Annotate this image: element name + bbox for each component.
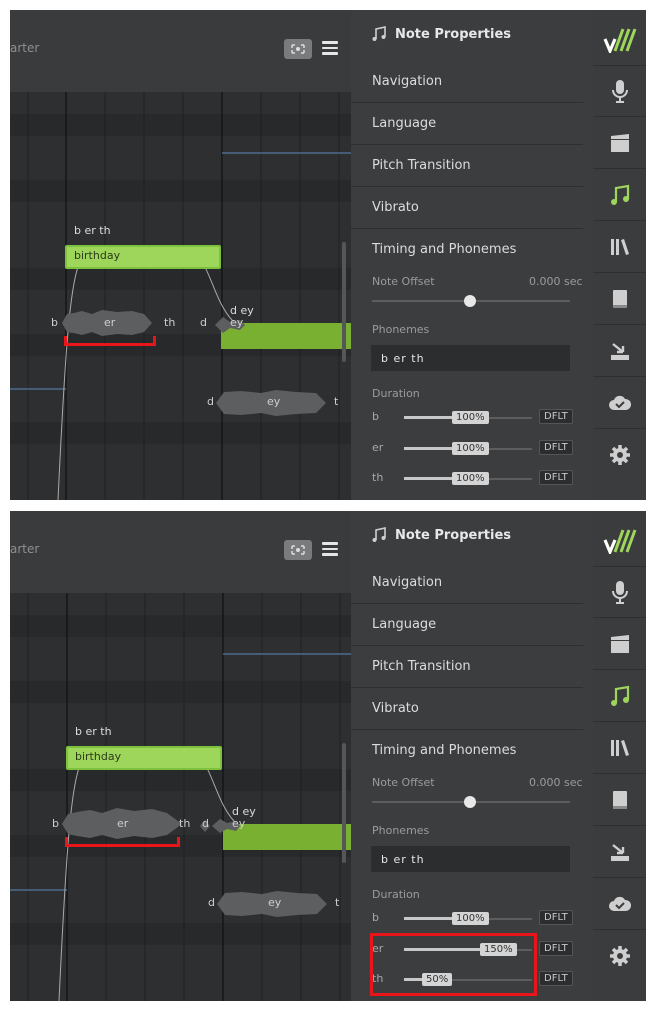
section-language[interactable]: Language bbox=[351, 605, 583, 646]
section-timing-phonemes[interactable]: Timing and Phonemes bbox=[351, 230, 583, 270]
screenshot-before: arter b er th birthday d ey b er th d ey… bbox=[10, 10, 646, 500]
section-pitch-transition[interactable]: Pitch Transition bbox=[351, 647, 583, 688]
panel-title: Note Properties bbox=[371, 26, 511, 42]
section-language[interactable]: Language bbox=[351, 104, 583, 145]
quantize-label[interactable]: arter bbox=[10, 542, 39, 556]
phoneme-ey-lower: ey bbox=[268, 896, 282, 909]
phoneme-ey-lower: ey bbox=[267, 395, 281, 408]
book-icon[interactable] bbox=[593, 775, 646, 826]
clapperboard-icon[interactable] bbox=[593, 619, 646, 670]
phoneme-er: er bbox=[117, 817, 129, 830]
highlight-bracket bbox=[64, 336, 156, 346]
note-grid[interactable] bbox=[10, 593, 351, 1001]
duration-value-er: 100% bbox=[452, 442, 489, 455]
render-icon[interactable] bbox=[593, 827, 646, 878]
note-phoneme-label: b er th bbox=[74, 224, 111, 237]
note-properties-panel: Note Properties Navigation Language Pitc… bbox=[351, 511, 593, 1001]
phoneme-th: th bbox=[179, 817, 191, 830]
record-button[interactable] bbox=[284, 39, 312, 59]
phoneme-d: d bbox=[202, 817, 209, 830]
book-icon[interactable] bbox=[593, 274, 646, 325]
phonemes-label: Phonemes bbox=[372, 323, 430, 336]
section-timing-phonemes[interactable]: Timing and Phonemes bbox=[351, 731, 583, 771]
menu-button[interactable] bbox=[322, 539, 338, 559]
note-offset-value: 0.000 sec bbox=[529, 275, 583, 288]
default-button-th[interactable]: DFLT bbox=[539, 470, 573, 485]
note-offset-value: 0.000 sec bbox=[529, 776, 583, 789]
section-navigation[interactable]: Navigation bbox=[351, 62, 583, 103]
music-note-tab-icon[interactable] bbox=[593, 671, 646, 722]
record-icon bbox=[291, 44, 305, 54]
default-button-b[interactable]: DFLT bbox=[539, 910, 573, 925]
note-offset-knob[interactable] bbox=[464, 796, 476, 808]
section-vibrato[interactable]: Vibrato bbox=[351, 689, 583, 730]
gear-icon[interactable] bbox=[593, 931, 646, 981]
screenshot-after: arter b er th birthday d ey b er th d ey… bbox=[10, 511, 646, 1001]
side-toolbar bbox=[593, 10, 646, 500]
piano-roll[interactable]: arter b er th birthday d ey b er th d ey… bbox=[10, 10, 351, 500]
phoneme-b: b bbox=[51, 316, 58, 329]
default-button-er[interactable]: DFLT bbox=[539, 941, 573, 956]
duration-value-b: 100% bbox=[452, 411, 489, 424]
music-note-icon bbox=[372, 26, 386, 41]
duration-value-th: 100% bbox=[452, 472, 489, 485]
phoneme-b: b bbox=[52, 817, 59, 830]
microphone-icon[interactable] bbox=[593, 567, 646, 618]
phoneme-d: d bbox=[200, 316, 207, 329]
duration-label: Duration bbox=[372, 888, 420, 901]
record-button[interactable] bbox=[284, 540, 312, 560]
note-offset-knob[interactable] bbox=[464, 295, 476, 307]
render-icon[interactable] bbox=[593, 326, 646, 377]
cloud-icon[interactable] bbox=[593, 378, 646, 429]
logo-icon bbox=[593, 516, 646, 567]
phoneme-ey: ey bbox=[232, 817, 246, 830]
roll-toolbar: arter bbox=[10, 10, 351, 92]
panel-title: Note Properties bbox=[371, 527, 511, 543]
microphone-icon[interactable] bbox=[593, 66, 646, 117]
highlight-bracket bbox=[65, 837, 180, 847]
duration-value-b: 100% bbox=[452, 912, 489, 925]
library-icon[interactable] bbox=[593, 222, 646, 273]
note-birthday[interactable]: birthday bbox=[66, 746, 222, 770]
note-offset-label: Note Offset bbox=[372, 275, 435, 288]
note-grid[interactable] bbox=[10, 92, 351, 500]
note-birthday[interactable]: birthday bbox=[65, 245, 221, 269]
default-button-th[interactable]: DFLT bbox=[539, 971, 573, 986]
logo-icon bbox=[593, 15, 646, 66]
music-note-icon bbox=[372, 527, 386, 542]
section-vibrato[interactable]: Vibrato bbox=[351, 188, 583, 229]
menu-button[interactable] bbox=[322, 38, 338, 58]
phoneme-t-lower: t bbox=[335, 896, 340, 909]
library-icon[interactable] bbox=[593, 723, 646, 774]
phoneme-th: th bbox=[164, 316, 176, 329]
side-toolbar bbox=[593, 511, 646, 1001]
clapperboard-icon[interactable] bbox=[593, 118, 646, 169]
quantize-label[interactable]: arter bbox=[10, 41, 39, 55]
section-pitch-transition[interactable]: Pitch Transition bbox=[351, 146, 583, 187]
note-phoneme-label: b er th bbox=[75, 725, 112, 738]
note-properties-panel: Note Properties Navigation Language Pitc… bbox=[351, 10, 593, 500]
phoneme-ey: ey bbox=[230, 316, 244, 329]
roll-toolbar: arter bbox=[10, 511, 351, 593]
highlight-box-durations bbox=[370, 933, 537, 996]
phoneme-d-lower: d bbox=[208, 896, 215, 909]
phoneme-d-lower: d bbox=[207, 395, 214, 408]
phoneme-t-lower: t bbox=[334, 395, 339, 408]
phonemes-input[interactable]: b er th bbox=[371, 846, 570, 872]
music-note-tab-icon[interactable] bbox=[593, 170, 646, 221]
phoneme-er: er bbox=[104, 316, 116, 329]
phonemes-input[interactable]: b er th bbox=[371, 345, 570, 371]
record-icon bbox=[291, 545, 305, 555]
cloud-icon[interactable] bbox=[593, 879, 646, 930]
duration-label: Duration bbox=[372, 387, 420, 400]
default-button-er[interactable]: DFLT bbox=[539, 440, 573, 455]
gear-icon[interactable] bbox=[593, 430, 646, 480]
scrollbar[interactable] bbox=[342, 242, 346, 362]
phonemes-label: Phonemes bbox=[372, 824, 430, 837]
note-offset-label: Note Offset bbox=[372, 776, 435, 789]
piano-roll[interactable]: arter b er th birthday d ey b er th d ey… bbox=[10, 511, 351, 1001]
scrollbar[interactable] bbox=[342, 743, 346, 863]
section-navigation[interactable]: Navigation bbox=[351, 563, 583, 604]
default-button-b[interactable]: DFLT bbox=[539, 409, 573, 424]
